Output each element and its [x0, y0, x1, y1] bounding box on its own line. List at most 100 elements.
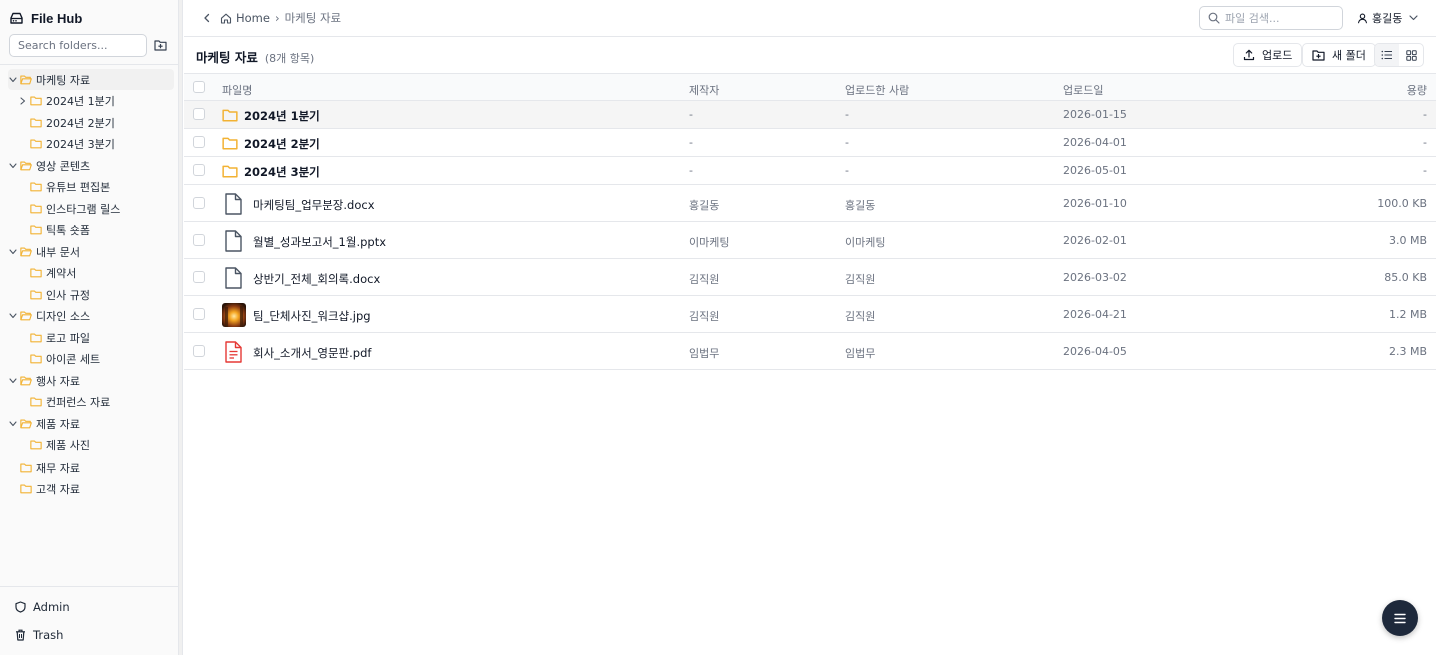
sidebar-folder-item[interactable]: 틱톡 숏폼 — [18, 220, 90, 241]
folder-icon — [222, 108, 238, 122]
chevron-down-icon[interactable] — [8, 376, 18, 386]
sidebar-folder-item[interactable]: 2024년 2분기 — [18, 112, 115, 133]
sidebar-folder-item[interactable]: 제품 사진 — [18, 435, 90, 456]
menu-fab-button[interactable] — [1382, 600, 1418, 636]
trash-link[interactable]: Trash — [15, 626, 63, 644]
file-name[interactable]: 2024년 3분기 — [244, 164, 320, 180]
folder-open-icon — [20, 160, 32, 172]
file-name[interactable]: 2024년 2분기 — [244, 136, 320, 152]
table-row[interactable]: 마케팅팀_업무분장.docx 홍길동 홍길동 2026-01-10 100.0 KB — [184, 185, 1436, 222]
file-name[interactable]: 상반기_전체_회의록.docx — [253, 271, 380, 287]
row-checkbox[interactable] — [193, 108, 205, 120]
new-folder-label: 새 폴더 — [1332, 49, 1366, 62]
user-menu[interactable]: 홍길동 — [1357, 10, 1418, 26]
file-name[interactable]: 마케팅팀_업무분장.docx — [253, 197, 375, 213]
upload-date-cell: 2026-04-01 — [1063, 136, 1127, 149]
uploader-cell: 김직원 — [845, 309, 876, 323]
column-header-name[interactable]: 파일명 — [222, 82, 252, 98]
sidebar-folder-item[interactable]: 계약서 — [18, 263, 76, 284]
row-checkbox[interactable] — [193, 164, 205, 176]
file-search-input[interactable] — [1225, 11, 1343, 25]
row-checkbox[interactable] — [193, 196, 205, 209]
chevron-down-icon[interactable] — [8, 311, 18, 321]
sidebar-folder-item[interactable]: 유튜브 편집본 — [18, 177, 110, 198]
sidebar-folder-item[interactable]: 고객 자료 — [8, 479, 80, 500]
sidebar-folder-item[interactable]: 컨퍼런스 자료 — [18, 392, 110, 413]
folder-plus-icon — [153, 39, 167, 51]
sidebar-folder-item[interactable]: 디자인 소스 — [8, 306, 90, 327]
sidebar-folder-label: 영상 콘텐츠 — [36, 159, 91, 173]
folder-search-input[interactable] — [9, 34, 147, 57]
sidebar-folder-item[interactable]: 마케팅 자료 — [8, 69, 174, 90]
new-folder-icon-button[interactable] — [152, 37, 168, 53]
table-row[interactable]: 2024년 2분기 - - 2026-04-01 - — [184, 129, 1436, 157]
folder-icon — [30, 267, 42, 279]
admin-link[interactable]: Admin — [15, 598, 70, 616]
sidebar-folder-item[interactable]: 인사 규정 — [18, 284, 90, 305]
breadcrumb-home[interactable]: Home — [220, 11, 270, 25]
column-header-uploader[interactable]: 업로드한 사람 — [845, 82, 909, 98]
chevron-down-icon[interactable] — [8, 419, 18, 429]
row-checkbox[interactable] — [193, 307, 205, 320]
table-row[interactable]: 월별_성과보고서_1월.pptx 이마케팅 이마케팅 2026-02-01 3.0 MB — [184, 222, 1436, 259]
file-name[interactable]: 월별_성과보고서_1월.pptx — [253, 234, 386, 250]
folder-title: 마케팅 자료 — [196, 50, 258, 65]
sidebar-folder-item[interactable]: 아이콘 세트 — [18, 349, 100, 370]
row-checkbox[interactable] — [193, 344, 205, 357]
folder-open-icon — [20, 375, 32, 387]
table-row[interactable]: 2024년 3분기 - - 2026-05-01 - — [184, 157, 1436, 185]
upload-date-cell: 2026-02-01 — [1063, 233, 1127, 247]
list-view-button[interactable] — [1375, 44, 1399, 66]
table-row[interactable]: 상반기_전체_회의록.docx 김직원 김직원 2026-03-02 85.0 KB — [184, 259, 1436, 296]
table-row[interactable]: 회사_소개서_영문판.pdf 임법무 임법무 2026-04-05 2.3 MB — [184, 333, 1436, 370]
sidebar-folder-item[interactable]: 제품 자료 — [8, 413, 80, 434]
sidebar-folder-item[interactable]: 영상 콘텐츠 — [8, 155, 90, 176]
sidebar-folder-item[interactable]: 내부 문서 — [8, 241, 80, 262]
file-name[interactable]: 2024년 1분기 — [244, 108, 320, 124]
chevron-down-icon[interactable] — [8, 161, 18, 171]
sidebar-folder-item[interactable]: 2024년 1분기 — [18, 91, 115, 112]
sidebar-resize-handle[interactable] — [179, 0, 183, 655]
file-name[interactable]: 회사_소개서_영문판.pdf — [253, 345, 371, 361]
grid-view-button[interactable] — [1399, 44, 1423, 66]
brand[interactable]: File Hub — [9, 9, 82, 27]
row-checkbox[interactable] — [193, 233, 205, 246]
breadcrumb: Home › 마케팅 자료 — [220, 10, 341, 26]
file-name[interactable]: 팀_단체사진_워크샵.jpg — [253, 308, 371, 324]
new-folder-button[interactable]: 새 폴더 — [1302, 43, 1376, 67]
chevron-down-icon[interactable] — [8, 247, 18, 257]
upload-button[interactable]: 업로드 — [1233, 43, 1303, 67]
column-header-size[interactable]: 용량 — [1407, 82, 1427, 98]
sidebar-folder-item[interactable]: 재무 자료 — [8, 457, 80, 478]
table-row[interactable]: 팀_단체사진_워크샵.jpg 김직원 김직원 2026-04-21 1.2 MB — [184, 296, 1436, 333]
folder-open-icon — [20, 74, 32, 86]
column-header-creator[interactable]: 제작자 — [689, 82, 719, 98]
table-row[interactable]: 2024년 1분기 - - 2026-01-15 - — [184, 101, 1436, 129]
select-all-checkbox[interactable] — [193, 81, 205, 93]
chevron-right-icon[interactable] — [18, 96, 28, 106]
folder-icon — [20, 462, 32, 474]
back-button[interactable] — [200, 11, 214, 25]
sidebar-folder-item[interactable]: 2024년 3분기 — [18, 134, 115, 155]
upload-label: 업로드 — [1262, 49, 1293, 62]
document-icon — [224, 266, 243, 289]
hard-drive-icon — [9, 12, 24, 25]
creator-cell: 임법무 — [689, 346, 720, 360]
folder-icon — [30, 289, 42, 301]
column-header-date[interactable]: 업로드일 — [1063, 82, 1103, 98]
row-checkbox[interactable] — [193, 136, 205, 148]
app-title: File Hub — [31, 10, 83, 26]
folder-icon — [30, 138, 42, 150]
sidebar-folder-item[interactable]: 인스타그램 릴스 — [18, 198, 120, 219]
sidebar-folder-item[interactable]: 행사 자료 — [8, 370, 80, 391]
chevron-down-icon[interactable] — [8, 75, 18, 85]
row-checkbox[interactable] — [193, 270, 205, 283]
folder-icon — [30, 203, 42, 215]
sidebar-folder-item[interactable]: 로고 파일 — [18, 327, 90, 348]
